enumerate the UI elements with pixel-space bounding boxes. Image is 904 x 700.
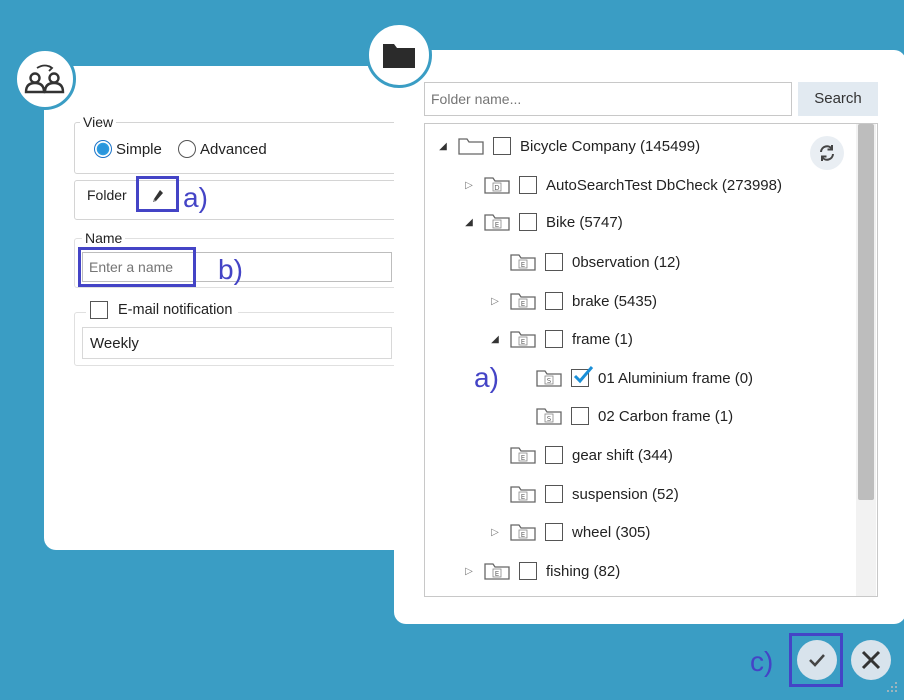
- folder-icon: E: [510, 331, 536, 348]
- radio-simple-indicator[interactable]: [94, 140, 112, 158]
- tree-node[interactable]: ▷ Ewheel (305): [488, 520, 650, 544]
- radio-simple-label: Simple: [116, 140, 162, 158]
- tree-node[interactable]: Egear shift (344): [488, 443, 673, 467]
- email-notification-label: E-mail notification: [118, 302, 233, 318]
- tree-node-checkbox[interactable]: [545, 253, 563, 271]
- tree-node[interactable]: Esuspension (52): [488, 482, 679, 506]
- radio-advanced-indicator[interactable]: [178, 140, 196, 158]
- expanded-arrow-icon[interactable]: ◢: [436, 141, 450, 152]
- svg-text:S: S: [547, 377, 552, 385]
- frequency-select[interactable]: Weekly: [82, 327, 392, 359]
- checkmark-icon: [809, 654, 825, 667]
- collapsed-arrow-icon[interactable]: ▷: [462, 180, 476, 191]
- tree-scrollbar-thumb[interactable]: [858, 124, 874, 500]
- tree-node-label: brake (5435): [572, 292, 658, 310]
- view-legend: View: [80, 114, 117, 130]
- email-notification-checkbox[interactable]: [90, 301, 108, 319]
- tree-node-checkbox[interactable]: [571, 407, 589, 425]
- svg-text:E: E: [521, 261, 525, 269]
- annotation-label-ok: c): [750, 646, 774, 677]
- tree-node-label: frame (1): [572, 330, 633, 348]
- tree-node-label: Bike (5747): [546, 213, 623, 231]
- cancel-button[interactable]: [851, 640, 891, 680]
- tree-node[interactable]: E 0bservation (12): [488, 250, 680, 274]
- svg-text:D: D: [494, 184, 499, 192]
- collapsed-arrow-icon[interactable]: ▷: [488, 527, 502, 538]
- tree-node[interactable]: ▷ D AutoSearchTest DbCheck (273998): [462, 173, 782, 197]
- annotation-label-tree: a): [474, 362, 499, 393]
- email-notification-toggle[interactable]: E-mail notification: [86, 301, 239, 319]
- folder-icon: [458, 138, 484, 155]
- expanded-arrow-icon[interactable]: ◢: [488, 334, 502, 345]
- folder-icon: S: [536, 370, 562, 387]
- users-switch-icon[interactable]: [14, 48, 76, 110]
- tree-node-checkbox[interactable]: [545, 523, 563, 541]
- tree-node[interactable]: ◢ Bicycle Company (145499): [436, 134, 700, 158]
- tree-node-label: fishing (82): [546, 562, 621, 580]
- check-icon: [573, 366, 594, 384]
- tree-node-label: wheel (305): [572, 523, 651, 541]
- tree-node[interactable]: S 02 Carbon frame (1): [514, 404, 733, 428]
- frequency-value: Weekly: [90, 334, 139, 352]
- resize-grip-icon[interactable]: [886, 680, 898, 692]
- tree-node[interactable]: ◢ Eframe (1): [488, 327, 633, 351]
- folder-label: Folder: [84, 187, 130, 203]
- annotation-box-name: [78, 247, 196, 287]
- svg-text:E: E: [521, 493, 525, 501]
- tree-node-label: gear shift (344): [572, 446, 673, 464]
- tree-node-label: Bicycle Company (145499): [520, 137, 701, 155]
- folder-icon: E: [510, 293, 536, 310]
- tree-node-label: AutoSearchTest DbCheck (273998): [546, 176, 782, 194]
- tree-node-checkbox[interactable]: [519, 176, 537, 194]
- name-legend: Name: [82, 230, 126, 246]
- tree-node-label: 02 Carbon frame (1): [598, 407, 734, 425]
- svg-text:E: E: [521, 300, 525, 308]
- tree-node[interactable]: ◢ E Bike (5747): [462, 210, 623, 234]
- folder-search-input[interactable]: [424, 82, 792, 116]
- refresh-icon: [820, 145, 834, 161]
- tree-node-checkbox[interactable]: [519, 213, 537, 231]
- search-button[interactable]: Search: [798, 82, 878, 116]
- folder-icon: E: [484, 563, 510, 580]
- tree-node[interactable]: S 01 Aluminium frame (0): [514, 366, 753, 390]
- tree-node-label: 01 Aluminium frame (0): [598, 369, 754, 387]
- tree-node-label: suspension (52): [572, 485, 679, 503]
- tree-node-checkbox[interactable]: [545, 485, 563, 503]
- collapsed-arrow-icon[interactable]: ▷: [488, 296, 502, 307]
- annotation-box-folder: [136, 176, 179, 212]
- tree-node-checkbox[interactable]: [519, 562, 537, 580]
- folder-icon: E: [484, 214, 510, 231]
- folder-icon: S: [536, 408, 562, 425]
- annotation-label-name: b): [218, 254, 243, 285]
- close-icon: [861, 650, 881, 670]
- folder-icon: E: [510, 486, 536, 503]
- svg-text:E: E: [495, 221, 499, 229]
- svg-text:E: E: [495, 570, 499, 578]
- folder-icon: E: [510, 447, 536, 464]
- svg-text:E: E: [521, 338, 525, 346]
- radio-simple[interactable]: Simple: [94, 140, 162, 158]
- tree-node-label: 0bservation (12): [572, 253, 681, 271]
- annotation-label-folder: a): [183, 182, 208, 213]
- tree-node-checkbox[interactable]: [545, 446, 563, 464]
- collapsed-arrow-icon[interactable]: ▷: [462, 566, 476, 577]
- tree-node[interactable]: ▷ Efishing (82): [462, 559, 620, 583]
- folder-icon: D: [484, 177, 510, 194]
- svg-text:E: E: [521, 531, 525, 539]
- tree-node-checkbox[interactable]: [493, 137, 511, 155]
- refresh-button[interactable]: [810, 136, 844, 170]
- folder-icon: E: [510, 524, 536, 541]
- tree-node-checkbox[interactable]: [545, 330, 563, 348]
- radio-advanced-label: Advanced: [200, 140, 267, 158]
- folder-header-icon: [366, 22, 432, 88]
- radio-advanced[interactable]: Advanced: [178, 140, 267, 158]
- svg-text:S: S: [547, 415, 552, 423]
- tree-node-checkbox[interactable]: [545, 292, 563, 310]
- tree-node-checkbox[interactable]: [571, 366, 594, 387]
- confirm-button[interactable]: [797, 640, 837, 680]
- svg-text:E: E: [521, 454, 525, 462]
- expanded-arrow-icon[interactable]: ◢: [462, 217, 476, 228]
- folder-icon: E: [510, 254, 536, 271]
- tree-node[interactable]: ▷ Ebrake (5435): [488, 289, 657, 313]
